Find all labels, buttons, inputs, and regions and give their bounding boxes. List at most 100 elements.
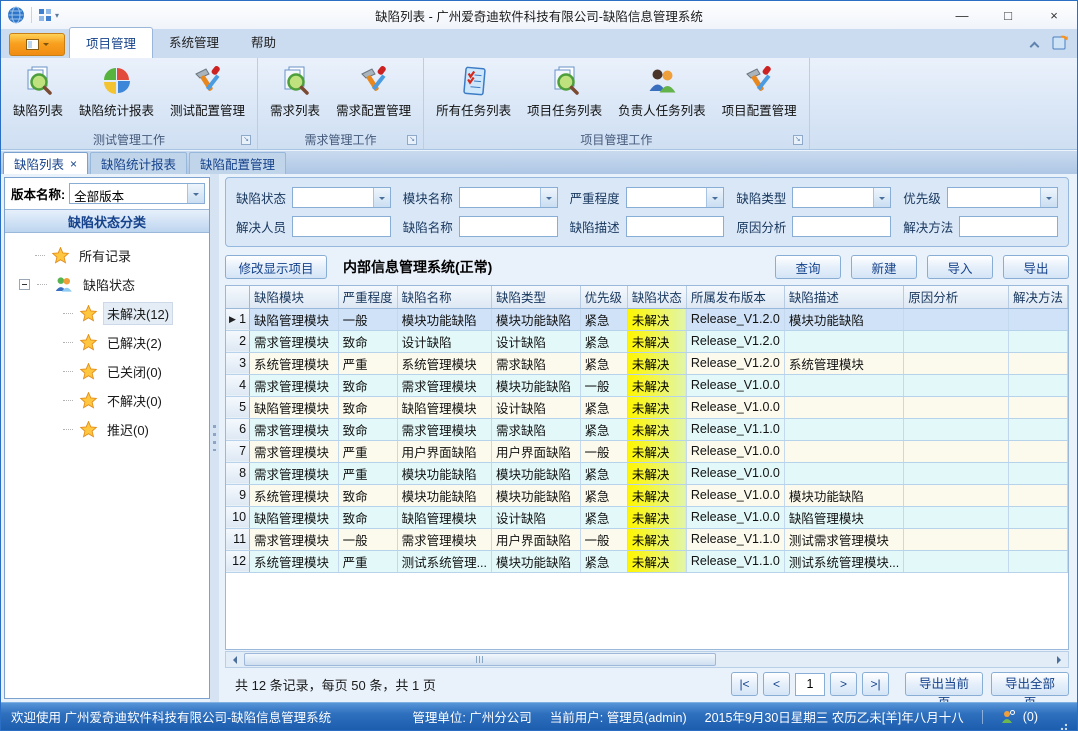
column-header-解决方法[interactable]: 解决方法 bbox=[1008, 286, 1067, 308]
filter-input-解决方法[interactable] bbox=[959, 216, 1058, 237]
table-row[interactable]: ▶1缺陷管理模块一般模块功能缺陷模块功能缺陷紧急未解决Release_V1.2.… bbox=[226, 308, 1068, 330]
column-header-缺陷描述[interactable]: 缺陷描述 bbox=[784, 286, 903, 308]
cell[interactable] bbox=[904, 396, 1009, 418]
cell[interactable]: 设计缺陷 bbox=[492, 506, 581, 528]
tree-item-已关闭(0)[interactable]: 已关闭(0) bbox=[5, 357, 209, 386]
doc-tab-缺陷配置管理[interactable]: 缺陷配置管理 bbox=[189, 152, 286, 174]
cell[interactable] bbox=[784, 330, 903, 352]
application-menu-button[interactable] bbox=[9, 33, 65, 56]
cell[interactable] bbox=[1008, 418, 1067, 440]
page-number-input[interactable] bbox=[795, 673, 825, 696]
ribbon-button-测试配置管理[interactable]: 测试配置管理 bbox=[162, 60, 253, 121]
cell[interactable] bbox=[1008, 374, 1067, 396]
cell[interactable]: 需求管理模块 bbox=[250, 440, 339, 462]
cell[interactable]: 紧急 bbox=[580, 396, 627, 418]
cell[interactable]: 一般 bbox=[580, 440, 627, 462]
cell[interactable] bbox=[904, 506, 1009, 528]
cell[interactable] bbox=[904, 374, 1009, 396]
table-row[interactable]: 6需求管理模块致命需求管理模块需求缺陷紧急未解决Release_V1.1.0 bbox=[226, 418, 1068, 440]
cell[interactable]: 紧急 bbox=[580, 308, 627, 330]
status-cell[interactable]: 未解决 bbox=[627, 374, 686, 396]
cell[interactable]: 系统管理模块 bbox=[784, 352, 903, 374]
column-header-严重程度[interactable]: 严重程度 bbox=[338, 286, 397, 308]
action-button-导出[interactable]: 导出 bbox=[1003, 255, 1069, 279]
filter-dropdown-缺陷类型[interactable] bbox=[792, 187, 891, 208]
cell[interactable]: 模块功能缺陷 bbox=[492, 550, 581, 572]
cell[interactable]: 紧急 bbox=[580, 330, 627, 352]
cell[interactable]: 紧急 bbox=[580, 418, 627, 440]
cell[interactable]: 需求管理模块 bbox=[397, 374, 491, 396]
cell[interactable] bbox=[904, 528, 1009, 550]
cell[interactable]: 模块功能缺陷 bbox=[397, 462, 491, 484]
status-cell[interactable]: 未解决 bbox=[627, 308, 686, 330]
cell[interactable]: 系统管理模块 bbox=[250, 550, 339, 572]
ribbon-tab-帮助[interactable]: 帮助 bbox=[235, 27, 292, 58]
status-cell[interactable]: 未解决 bbox=[627, 462, 686, 484]
cell[interactable]: 致命 bbox=[338, 484, 397, 506]
cell[interactable]: 需求管理模块 bbox=[250, 528, 339, 550]
horizontal-scrollbar[interactable] bbox=[225, 651, 1069, 668]
action-button-查询[interactable]: 查询 bbox=[775, 255, 841, 279]
status-cell[interactable]: 未解决 bbox=[627, 330, 686, 352]
cell[interactable]: 需求管理模块 bbox=[250, 418, 339, 440]
cell[interactable]: 缺陷管理模块 bbox=[250, 506, 339, 528]
cell[interactable]: 模块功能缺陷 bbox=[492, 308, 581, 330]
tree-item-所有记录[interactable]: 所有记录 bbox=[5, 241, 209, 270]
status-cell[interactable]: 未解决 bbox=[627, 484, 686, 506]
cell[interactable]: 需求管理模块 bbox=[397, 528, 491, 550]
collapse-expander-icon[interactable] bbox=[19, 279, 30, 290]
resize-grip[interactable] bbox=[1058, 721, 1067, 730]
cell[interactable] bbox=[904, 440, 1009, 462]
cell[interactable] bbox=[784, 396, 903, 418]
cell[interactable]: Release_V1.2.0 bbox=[686, 308, 784, 330]
cell[interactable]: 测试系统管理模块... bbox=[784, 550, 903, 572]
cell[interactable]: Release_V1.0.0 bbox=[686, 462, 784, 484]
table-row[interactable]: 10缺陷管理模块致命缺陷管理模块设计缺陷紧急未解决Release_V1.0.0缺… bbox=[226, 506, 1068, 528]
filter-dropdown-缺陷状态[interactable] bbox=[292, 187, 391, 208]
cell[interactable]: 测试需求管理模块 bbox=[784, 528, 903, 550]
ribbon-button-需求配置管理[interactable]: 需求配置管理 bbox=[328, 60, 419, 121]
cell[interactable]: 严重 bbox=[338, 550, 397, 572]
column-header-缺陷模块[interactable]: 缺陷模块 bbox=[250, 286, 339, 308]
filter-dropdown-优先级[interactable] bbox=[947, 187, 1058, 208]
table-row[interactable]: 11需求管理模块一般需求管理模块用户界面缺陷一般未解决Release_V1.1.… bbox=[226, 528, 1068, 550]
ribbon-button-需求列表[interactable]: 需求列表 bbox=[262, 60, 328, 121]
cell[interactable]: Release_V1.0.0 bbox=[686, 484, 784, 506]
cell[interactable]: 致命 bbox=[338, 330, 397, 352]
ribbon-tab-系统管理[interactable]: 系统管理 bbox=[153, 27, 235, 58]
cell[interactable]: 一般 bbox=[580, 528, 627, 550]
cell[interactable]: 模块功能缺陷 bbox=[784, 484, 903, 506]
cell[interactable] bbox=[784, 418, 903, 440]
column-header-缺陷名称[interactable]: 缺陷名称 bbox=[397, 286, 491, 308]
cell[interactable]: 模块功能缺陷 bbox=[492, 374, 581, 396]
filter-input-缺陷名称[interactable] bbox=[459, 216, 558, 237]
page-next-button[interactable]: > bbox=[830, 672, 857, 696]
filter-input-缺陷描述[interactable] bbox=[626, 216, 725, 237]
maximize-button[interactable]: □ bbox=[985, 2, 1031, 29]
close-button[interactable]: × bbox=[1031, 2, 1077, 29]
cell[interactable]: Release_V1.1.0 bbox=[686, 528, 784, 550]
cell[interactable]: 严重 bbox=[338, 440, 397, 462]
cell[interactable] bbox=[1008, 550, 1067, 572]
cell[interactable] bbox=[784, 462, 903, 484]
cell[interactable]: 致命 bbox=[338, 396, 397, 418]
status-cell[interactable]: 未解决 bbox=[627, 550, 686, 572]
tree-item-缺陷状态[interactable]: 缺陷状态 bbox=[5, 270, 209, 299]
scroll-left-icon[interactable] bbox=[226, 652, 242, 667]
cell[interactable]: 模块功能缺陷 bbox=[492, 484, 581, 506]
cell[interactable]: 需求管理模块 bbox=[250, 462, 339, 484]
cell[interactable]: Release_V1.1.0 bbox=[686, 418, 784, 440]
version-select[interactable]: 全部版本 bbox=[69, 183, 205, 204]
cell[interactable]: 缺陷管理模块 bbox=[784, 506, 903, 528]
cell[interactable]: 致命 bbox=[338, 418, 397, 440]
cell[interactable]: 一般 bbox=[338, 528, 397, 550]
dialog-launcher-icon[interactable]: ↘ bbox=[241, 135, 251, 145]
dialog-launcher-icon[interactable]: ↘ bbox=[793, 135, 803, 145]
cell[interactable]: Release_V1.1.0 bbox=[686, 550, 784, 572]
cell[interactable]: 需求管理模块 bbox=[397, 418, 491, 440]
column-header-原因分析[interactable]: 原因分析 bbox=[904, 286, 1009, 308]
status-cell[interactable]: 未解决 bbox=[627, 352, 686, 374]
cell[interactable]: Release_V1.2.0 bbox=[686, 330, 784, 352]
column-header-缺陷状态[interactable]: 缺陷状态 bbox=[627, 286, 686, 308]
cell[interactable]: 需求缺陷 bbox=[492, 352, 581, 374]
